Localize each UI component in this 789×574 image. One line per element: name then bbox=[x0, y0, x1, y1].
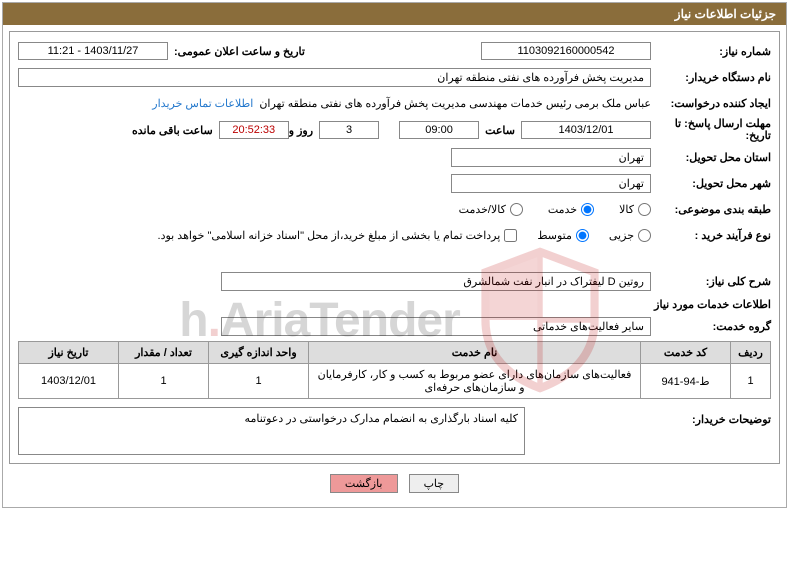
deadline-time-label: ساعت bbox=[479, 124, 521, 137]
summary-label: شرح کلی نیاز: bbox=[651, 275, 771, 288]
remaining-time: 20:52:33 bbox=[219, 121, 289, 139]
process-minor[interactable]: جزیی bbox=[609, 229, 651, 242]
remaining-and: روز و bbox=[289, 124, 319, 137]
province-field: تهران bbox=[451, 148, 651, 167]
th-unit: واحد اندازه گیری bbox=[209, 342, 309, 364]
process-medium[interactable]: متوسط bbox=[537, 229, 589, 242]
creator-field: عباس ملک برمی رئیس خدمات مهندسی مدیریت پ… bbox=[259, 97, 651, 110]
announce-label: تاریخ و ساعت اعلان عمومی: bbox=[168, 45, 311, 58]
radio-goods[interactable] bbox=[638, 203, 651, 216]
details-fieldset: شماره نیاز: 1103092160000542 تاریخ و ساع… bbox=[9, 31, 780, 464]
group-field: سایر فعالیت‌های خدماتی bbox=[221, 317, 651, 336]
radio-service[interactable] bbox=[581, 203, 594, 216]
buyer-field: مدیریت پخش فرآورده های نفتی منطقه تهران bbox=[18, 68, 651, 87]
page-title: جزئیات اطلاعات نیاز bbox=[3, 3, 786, 25]
category-both[interactable]: کالا/خدمت bbox=[459, 203, 523, 216]
deadline-date-field: 1403/12/01 bbox=[521, 121, 651, 139]
buyer-label: نام دستگاه خریدار: bbox=[651, 71, 771, 84]
province-label: استان محل تحویل: bbox=[651, 151, 771, 164]
radio-minor[interactable] bbox=[638, 229, 651, 242]
number-field: 1103092160000542 bbox=[481, 42, 651, 60]
radio-both[interactable] bbox=[510, 203, 523, 216]
th-name: نام خدمت bbox=[309, 342, 641, 364]
cell-date: 1403/12/01 bbox=[19, 364, 119, 399]
city-label: شهر محل تحویل: bbox=[651, 177, 771, 190]
announce-field: 1403/11/27 - 11:21 bbox=[18, 42, 168, 60]
treasury-label: پرداخت تمام یا بخشی از مبلغ خرید،از محل … bbox=[158, 229, 501, 242]
print-button[interactable]: چاپ bbox=[409, 474, 460, 493]
cell-name: فعالیت‌های سازمان‌های دارای عضو مربوط به… bbox=[309, 364, 641, 399]
deadline-time-field: 09:00 bbox=[399, 121, 479, 139]
deadline-label: مهلت ارسال پاسخ: تاتاریخ: bbox=[651, 118, 771, 142]
city-field: تهران bbox=[451, 174, 651, 193]
th-date: تاریخ نیاز bbox=[19, 342, 119, 364]
remaining-days: 3 bbox=[319, 121, 379, 139]
table-row: 1 ط-94-941 فعالیت‌های سازمان‌های دارای ع… bbox=[19, 364, 771, 399]
cell-qty: 1 bbox=[119, 364, 209, 399]
th-row: ردیف bbox=[731, 342, 771, 364]
radio-medium[interactable] bbox=[576, 229, 589, 242]
group-label: گروه خدمت: bbox=[651, 320, 771, 333]
buyer-desc-label: توضیحات خریدار: bbox=[651, 407, 771, 426]
remaining-suffix: ساعت باقی مانده bbox=[132, 124, 219, 137]
summary-field: روتین D لیفتراک در انبار نفت شمالشرق bbox=[221, 272, 651, 291]
category-goods[interactable]: کالا bbox=[619, 203, 651, 216]
creator-label: ایجاد کننده درخواست: bbox=[651, 97, 771, 110]
treasury-checkbox-wrap[interactable]: پرداخت تمام یا بخشی از مبلغ خرید،از محل … bbox=[158, 229, 518, 242]
services-table: ردیف کد خدمت نام خدمت واحد اندازه گیری ت… bbox=[18, 341, 771, 399]
cell-n: 1 bbox=[731, 364, 771, 399]
buyer-desc-box: کلیه اسناد بارگذاری به انضمام مدارک درخو… bbox=[18, 407, 525, 455]
cell-unit: 1 bbox=[209, 364, 309, 399]
th-qty: تعداد / مقدار bbox=[119, 342, 209, 364]
th-code: کد خدمت bbox=[641, 342, 731, 364]
services-header: اطلاعات خدمات مورد نیاز bbox=[18, 298, 771, 311]
category-service[interactable]: خدمت bbox=[548, 203, 594, 216]
cell-code: ط-94-941 bbox=[641, 364, 731, 399]
buyer-contact-link[interactable]: اطلاعات تماس خریدار bbox=[152, 97, 253, 110]
number-label: شماره نیاز: bbox=[651, 45, 771, 58]
treasury-checkbox[interactable] bbox=[504, 229, 517, 242]
back-button[interactable]: بازگشت bbox=[330, 474, 398, 493]
process-type-label: نوع فرآیند خرید : bbox=[651, 229, 771, 242]
category-label: طبقه بندی موضوعی: bbox=[651, 203, 771, 216]
